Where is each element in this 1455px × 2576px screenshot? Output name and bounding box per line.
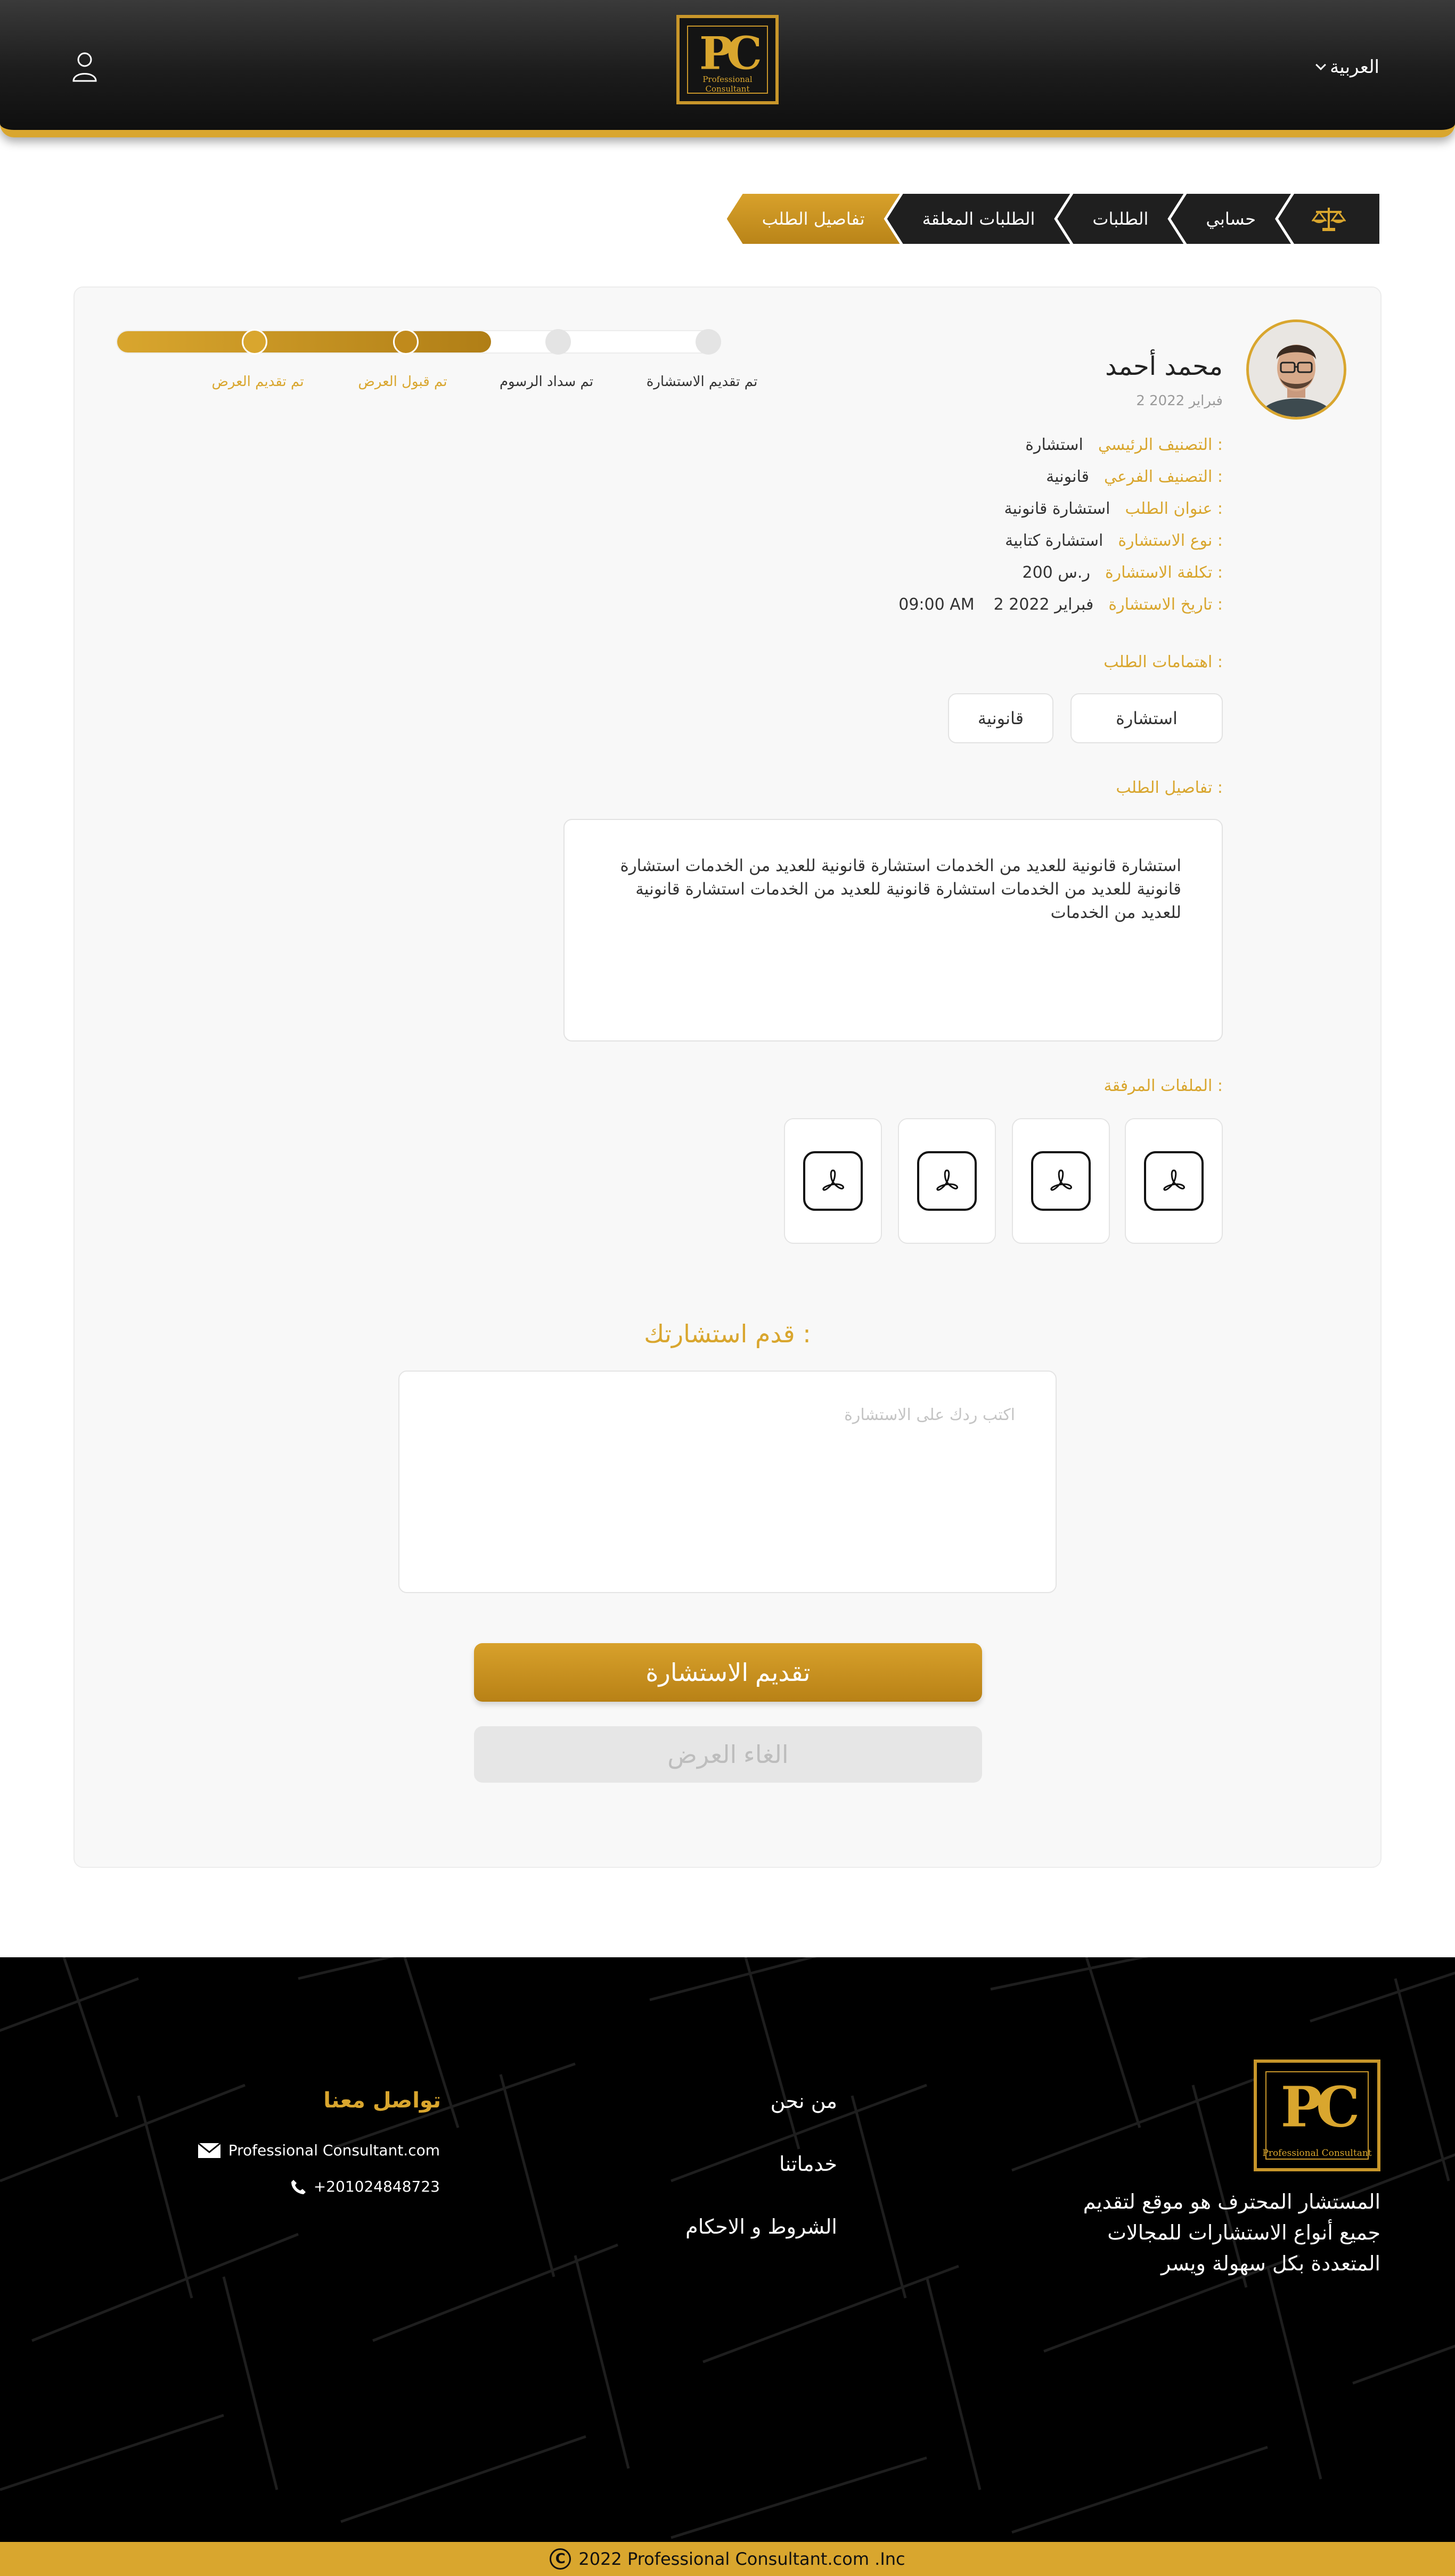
details-label: تفاصيل الطلب : (1116, 778, 1223, 797)
breadcrumb: حسابي الطلبات الطلبات المعلقة تفاصيل الط… (727, 194, 1379, 244)
attached-files-label: الملفات المرفقة : (1103, 1077, 1223, 1095)
field-value: استشارة قانونية (1004, 499, 1110, 518)
interest-tag: قانونية (948, 693, 1053, 743)
reply-title: قدم استشارتك : (644, 1319, 811, 1348)
logo-subtitle: Professional Consultant (1262, 2148, 1372, 2159)
breadcrumb-requests[interactable]: الطلبات (1057, 194, 1183, 244)
breadcrumb-home[interactable] (1278, 194, 1379, 244)
footer-logo[interactable]: PC Professional Consultant (1254, 2060, 1380, 2171)
attached-file[interactable] (898, 1118, 996, 1244)
field-consultation-cost: تكلفة الاستشارة : 200 ر.س (1023, 563, 1223, 582)
logo-mark: PC (1280, 2074, 1360, 2140)
breadcrumb-pending-requests[interactable]: الطلبات المعلقة (887, 194, 1070, 244)
email-text: Professional Consultant.com (228, 2142, 440, 2159)
field-value: قانونية (1046, 467, 1089, 486)
field-label: تاريخ الاستشارة : (1108, 595, 1223, 614)
step-dot (545, 329, 571, 355)
contact-title: تواصل معنا (323, 2088, 441, 2113)
user-icon[interactable] (71, 51, 98, 83)
pdf-icon (803, 1151, 863, 1211)
step-label: تم قبول العرض (358, 374, 447, 390)
footer-link-terms[interactable]: الشروط و الاحكام (685, 2215, 837, 2238)
pdf-icon (1031, 1151, 1091, 1211)
copyright-icon: C (550, 2548, 571, 2570)
field-consultation-type: نوع الاستشارة : استشارة كتابية (1005, 531, 1223, 550)
field-main-category: التصنيف الرئيسي : استشارة (1025, 436, 1223, 454)
field-value: 2 فبراير 2022 (993, 595, 1094, 614)
contact-phone[interactable]: +201024848723 (290, 2178, 440, 2195)
request-date: 2 فبراير 2022 (1136, 393, 1223, 409)
language-label: العربية (1330, 56, 1379, 78)
step-dot (393, 329, 419, 355)
submit-consultation-button[interactable]: تقديم الاستشارة (474, 1643, 982, 1702)
footer-link-about[interactable]: من نحن (771, 2089, 837, 2113)
chevron-down-icon (1315, 60, 1326, 70)
attached-file[interactable] (1012, 1118, 1110, 1244)
field-label: التصنيف الرئيسي : (1098, 436, 1223, 454)
field-time: 09:00 AM (898, 595, 975, 614)
field-label: تكلفة الاستشارة : (1105, 563, 1223, 582)
field-value: استشارة (1025, 436, 1083, 454)
step-label: تم تقديم العرض (211, 374, 304, 390)
step-dot (696, 329, 721, 355)
mail-icon (197, 2142, 221, 2158)
reply-textarea[interactable]: اكتب ردك على الاستشارة (398, 1371, 1057, 1593)
site-logo[interactable]: PC Professional Consultant (676, 15, 779, 104)
footer-link-services[interactable]: خدماتنا (779, 2152, 837, 2176)
step-label: تم سداد الرسوم (499, 374, 594, 390)
top-header: PC Professional Consultant العربية (0, 0, 1455, 137)
status-progress-bar (116, 330, 721, 354)
field-request-title: عنوان الطلب : استشارة قانونية (1004, 499, 1223, 518)
cancel-offer-button[interactable]: الغاء العرض (474, 1726, 982, 1783)
breadcrumb-label: الطلبات (1092, 209, 1149, 229)
avatar-photo (1249, 322, 1344, 417)
field-sub-category: التصنيف الفرعي : قانونية (1046, 467, 1223, 486)
interest-tag: استشارة (1070, 693, 1223, 743)
copyright-text: 2022 Professional Consultant.com .Inc (578, 2549, 905, 2569)
footer-about-text: المستشار المحترف هو موقع لتقديم جميع أنو… (1083, 2190, 1380, 2275)
pdf-icon (1144, 1151, 1204, 1211)
breadcrumb-label: الطلبات المعلقة (922, 209, 1035, 229)
step-dot (242, 329, 267, 355)
avatar (1246, 319, 1346, 420)
pdf-icon (917, 1151, 977, 1211)
contact-email[interactable]: Professional Consultant.com (197, 2142, 440, 2159)
phone-text: +201024848723 (313, 2178, 440, 2195)
field-label: نوع الاستشارة : (1118, 531, 1223, 550)
field-consultation-date: تاريخ الاستشارة : 2 فبراير 2022 09:00 AM (898, 595, 1223, 614)
field-label: عنوان الطلب : (1125, 499, 1223, 518)
field-label: التصنيف الفرعي : (1103, 467, 1223, 486)
details-text: استشارة قانونية للعديد من الخدمات استشار… (563, 819, 1223, 1041)
breadcrumb-request-details[interactable]: تفاصيل الطلب (727, 194, 900, 244)
attached-file[interactable] (1125, 1118, 1223, 1244)
interests-label: اهتمامات الطلب : (1103, 653, 1223, 671)
field-value: استشارة كتابية (1005, 531, 1103, 550)
attached-file[interactable] (784, 1118, 882, 1244)
field-value: 200 ر.س (1022, 563, 1090, 582)
breadcrumb-label: تفاصيل الطلب (762, 209, 865, 229)
client-name: محمد أحمد (1105, 351, 1223, 381)
copyright-bar: C 2022 Professional Consultant.com .Inc (0, 2542, 1455, 2576)
progress-fill (117, 331, 491, 352)
breadcrumb-account[interactable]: حسابي (1171, 194, 1291, 244)
logo-subtitle: Professional Consultant (702, 75, 753, 94)
scales-icon (1312, 208, 1346, 231)
logo-mark: PC (699, 27, 762, 80)
language-selector[interactable]: العربية (1315, 56, 1379, 78)
step-label: تم تقديم الاستشارة (646, 374, 758, 390)
breadcrumb-label: حسابي (1206, 209, 1256, 229)
phone-icon (291, 2179, 306, 2194)
